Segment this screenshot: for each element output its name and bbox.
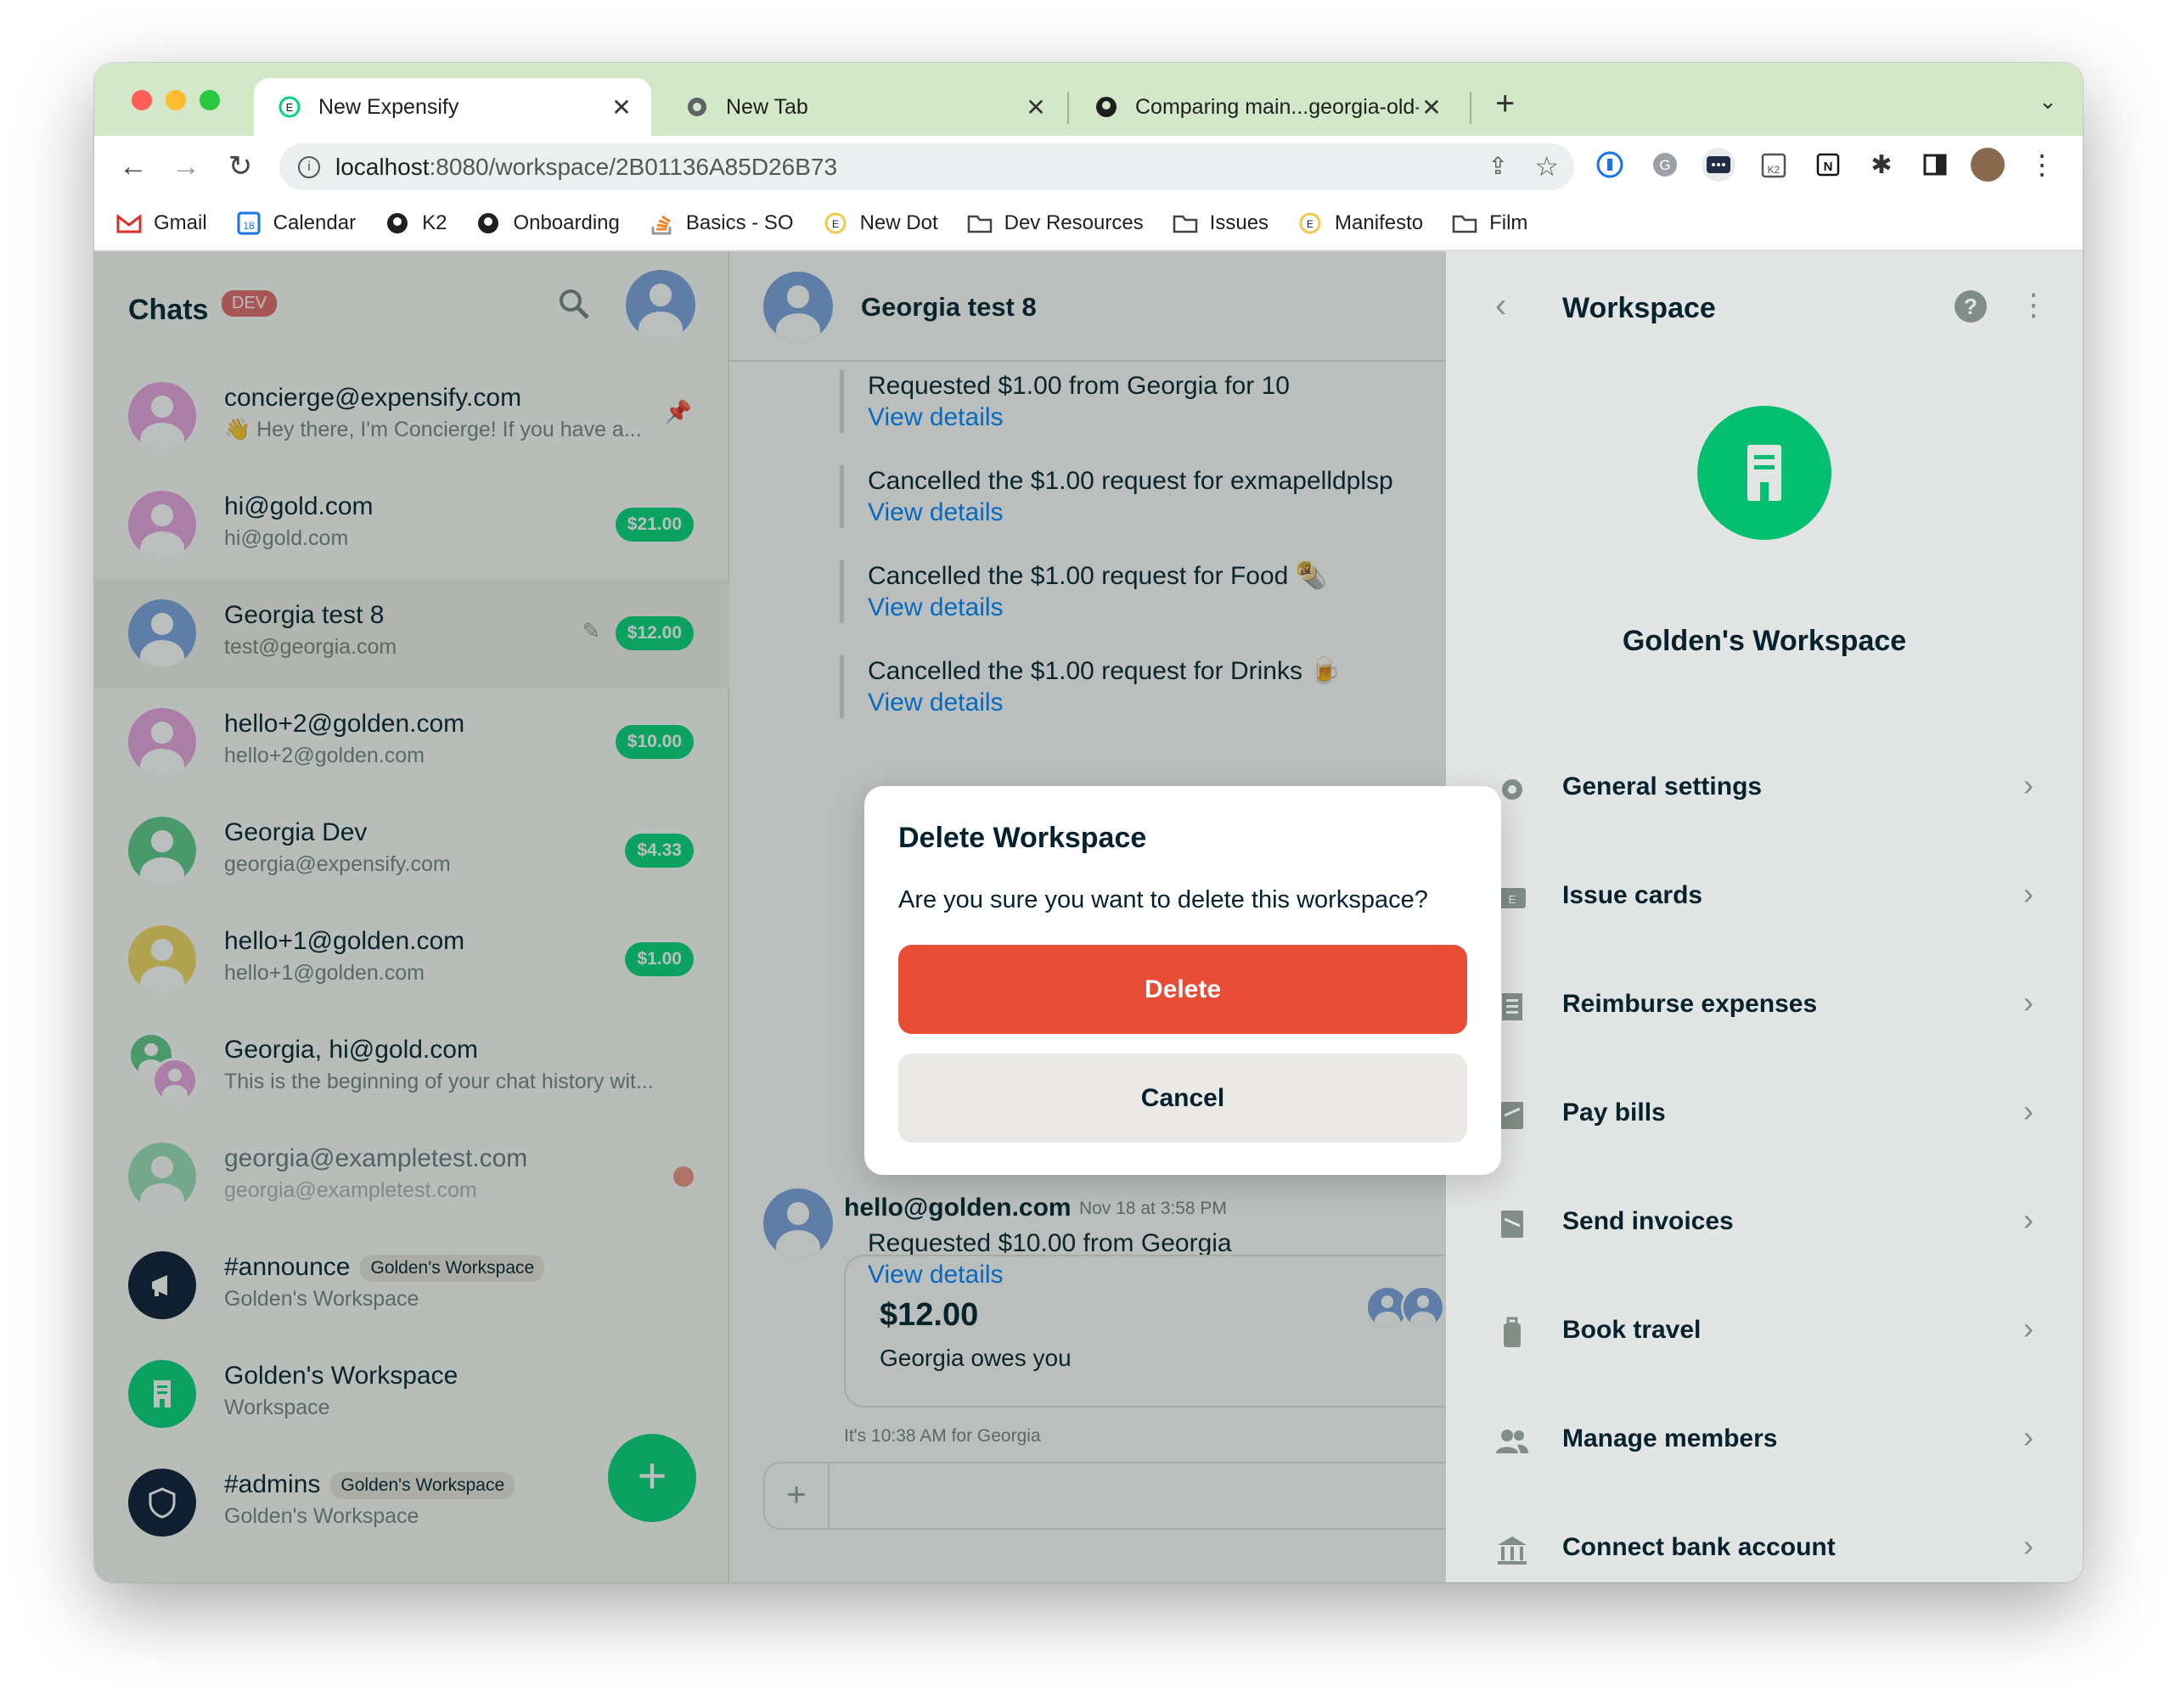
bookmark-film[interactable]: Film: [1452, 211, 1527, 236]
svg-text:E: E: [832, 218, 839, 230]
bookmark-issues[interactable]: Issues: [1173, 211, 1269, 236]
bookmark-dev-resources[interactable]: Dev Resources: [967, 211, 1144, 236]
chrome-favicon-icon: [685, 95, 709, 119]
reload-button[interactable]: ↻: [222, 148, 259, 185]
svg-text:18: 18: [243, 220, 255, 232]
tab-search-chevron-icon[interactable]: ⌄: [2039, 88, 2057, 115]
folder-icon: [1173, 211, 1198, 236]
svg-text:N: N: [1824, 160, 1833, 174]
dots-extension-icon[interactable]: [1702, 148, 1735, 182]
tab-title: Comparing main...georgia-old-: [1135, 94, 1419, 119]
url-path: :8080/workspace/2B01136A85D26B73: [429, 153, 838, 180]
tab-github-compare[interactable]: Comparing main...georgia-old- ✕: [1071, 78, 1453, 136]
expensify-icon: E: [1297, 211, 1323, 236]
browser-window: E New Expensify ✕ New Tab ✕ Comparing ma…: [94, 63, 2083, 1582]
stackoverflow-icon: [649, 211, 674, 236]
tab-new-tab[interactable]: New Tab ✕: [661, 78, 1066, 136]
onepassword-extension-icon[interactable]: [1593, 148, 1627, 182]
minimize-window-button[interactable]: [166, 90, 186, 110]
profile-avatar[interactable]: [1971, 148, 2005, 182]
site-info-icon[interactable]: i: [298, 155, 320, 178]
tab-new-expensify[interactable]: E New Expensify ✕: [254, 78, 651, 136]
bookmark-k2[interactable]: K2: [385, 211, 447, 236]
github-favicon-icon: [1094, 95, 1118, 119]
url-host: localhost: [335, 153, 430, 180]
bookmarks-bar: Gmail 18 Calendar K2 Onboarding Basics - …: [94, 197, 2083, 251]
cancel-button[interactable]: Cancel: [898, 1053, 1467, 1143]
new-tab-button[interactable]: +: [1495, 85, 1515, 123]
svg-text:K2: K2: [1768, 164, 1780, 176]
extensions-puzzle-icon[interactable]: ✱: [1865, 148, 1899, 182]
svg-text:G: G: [1659, 157, 1670, 173]
expensify-favicon-icon: E: [278, 95, 301, 119]
delete-button[interactable]: Delete: [898, 945, 1467, 1034]
modal-title: Delete Workspace: [898, 822, 1147, 854]
close-tab-icon[interactable]: ✕: [609, 93, 634, 121]
github-icon: [385, 211, 410, 236]
share-icon[interactable]: ⇪: [1488, 152, 1508, 180]
bookmark-gmail[interactable]: Gmail: [116, 211, 207, 236]
bookmark-new-dot[interactable]: E New Dot: [823, 211, 938, 236]
modal-body: Are you sure you want to delete this wor…: [898, 886, 1428, 913]
tab-title: New Tab: [726, 94, 808, 119]
tab-strip: E New Expensify ✕ New Tab ✕ Comparing ma…: [94, 63, 2083, 136]
delete-workspace-modal: Delete Workspace Are you sure you want t…: [864, 786, 1501, 1175]
folder-icon: [1452, 211, 1477, 236]
side-panel-icon[interactable]: [1918, 148, 1952, 182]
bookmark-calendar[interactable]: 18 Calendar: [236, 211, 356, 236]
folder-icon: [967, 211, 993, 236]
browser-toolbar: ← → ↻ i localhost:8080/workspace/2B01136…: [94, 136, 2083, 197]
svg-text:E: E: [1307, 218, 1314, 230]
gmail-icon: [116, 211, 142, 236]
k2-calendar-extension-icon[interactable]: K2: [1757, 148, 1791, 182]
back-button[interactable]: ←: [115, 148, 152, 185]
close-window-button[interactable]: [132, 90, 152, 110]
close-tab-icon[interactable]: ✕: [1419, 93, 1444, 121]
maximize-window-button[interactable]: [200, 90, 220, 110]
calendar-icon: 18: [236, 211, 262, 236]
forward-button[interactable]: →: [167, 148, 205, 185]
address-bar[interactable]: i localhost:8080/workspace/2B01136A85D26…: [279, 143, 1574, 190]
bookmark-onboarding[interactable]: Onboarding: [475, 211, 620, 236]
bookmark-basics-so[interactable]: Basics - SO: [649, 211, 794, 236]
bookmark-star-icon[interactable]: ☆: [1534, 150, 1559, 183]
close-tab-icon[interactable]: ✕: [1023, 93, 1049, 121]
github-icon: [475, 211, 501, 236]
svg-text:E: E: [286, 101, 294, 114]
tab-title: New Expensify: [318, 94, 459, 119]
panel-backdrop: [1446, 251, 2083, 1582]
browser-menu-icon[interactable]: ⋮: [2025, 148, 2059, 182]
expensify-icon: E: [823, 211, 848, 236]
grammarly-extension-icon[interactable]: G: [1648, 148, 1682, 182]
notion-extension-icon[interactable]: N: [1811, 148, 1845, 182]
bookmark-manifesto[interactable]: E Manifesto: [1297, 211, 1423, 236]
